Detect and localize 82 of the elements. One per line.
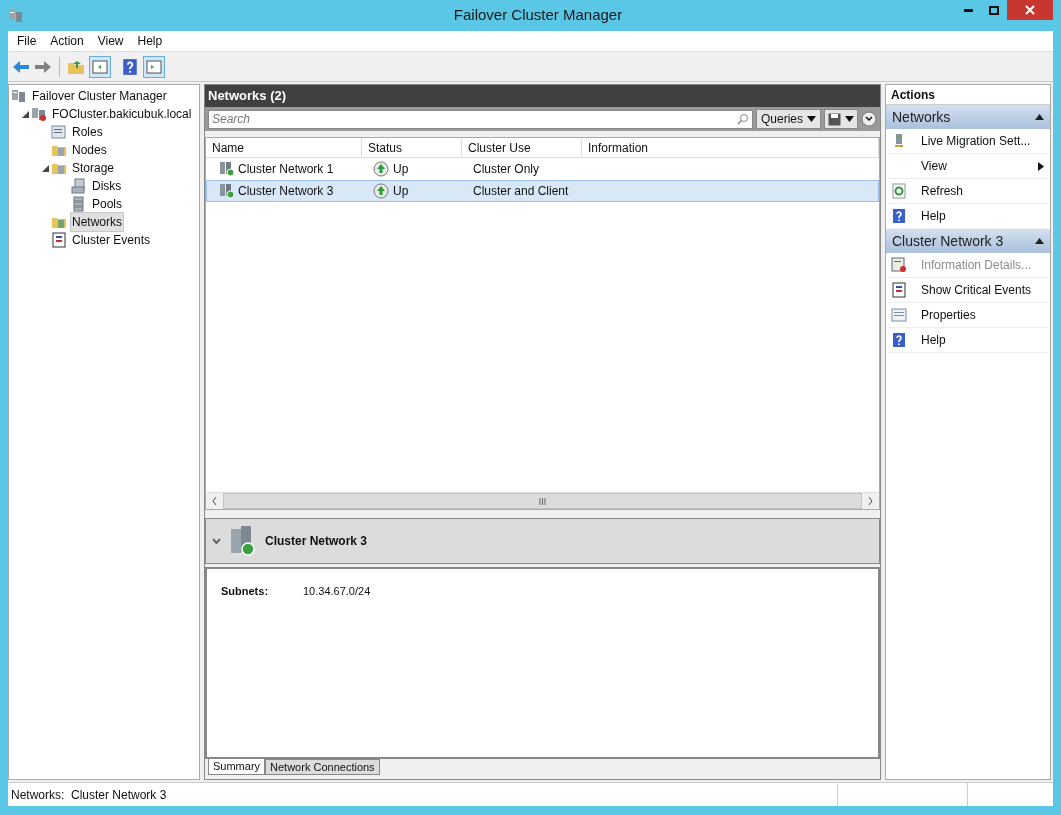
save-icon (828, 112, 841, 126)
search-field[interactable]: Search (208, 109, 753, 129)
back-arrow-icon[interactable] (12, 58, 30, 75)
menu-item[interactable]: File (12, 32, 42, 50)
tree-item[interactable]: FOCluster.bakicubuk.local (50, 104, 194, 124)
roles-icon (51, 124, 67, 140)
menu-item[interactable]: View (92, 32, 129, 50)
scroll-right-icon[interactable] (868, 497, 873, 505)
command-link[interactable]: Show Critical Events (888, 278, 1048, 303)
disk-stack-icon (71, 196, 87, 212)
tree-item[interactable]: Cluster Events (70, 230, 153, 250)
column-header[interactable]: Cluster Use (462, 138, 582, 157)
menu-item[interactable]: Help (132, 32, 168, 50)
expand-circle-icon[interactable] (861, 111, 877, 127)
tree-item[interactable]: Storage (70, 158, 117, 178)
caret-icon (845, 116, 854, 122)
caret-icon (807, 116, 816, 122)
close-button[interactable] (1007, 0, 1053, 20)
tree-item[interactable]: Disks (90, 176, 124, 196)
expander-icon[interactable] (21, 110, 29, 118)
collapse-icon (1035, 114, 1044, 120)
tree-item[interactable]: Roles (70, 122, 105, 142)
tree-item[interactable]: Pools (90, 194, 125, 214)
server-group-icon (11, 88, 27, 104)
horizontal-scrollbar[interactable] (206, 492, 879, 509)
server-group-icon (8, 7, 24, 24)
disk-icon (71, 178, 87, 194)
scroll-left-icon[interactable] (212, 497, 217, 505)
menu-item[interactable]: Action (45, 32, 89, 50)
window-title: Failover Cluster Manager (452, 5, 624, 26)
table-row[interactable]: Cluster Network 3 Up Cluster and Client (206, 180, 879, 202)
folder-up-icon[interactable] (67, 58, 85, 75)
command-link[interactable]: Live Migration Sett... (888, 129, 1048, 154)
command-link[interactable]: View (888, 154, 1048, 179)
help-icon[interactable] (121, 57, 139, 76)
server-icon (229, 525, 257, 557)
command-link[interactable]: Help (888, 328, 1048, 353)
tab[interactable]: Network Connections (265, 759, 380, 775)
forward-arrow-icon[interactable] (34, 58, 52, 75)
properties-icon (891, 307, 907, 323)
field-label: Subnets: (221, 584, 270, 599)
pane-toggle-icon[interactable] (89, 55, 111, 78)
collapse-icon (1035, 238, 1044, 244)
network-icon (219, 183, 235, 199)
column-header[interactable]: Name (206, 138, 362, 157)
table-cell: Cluster and Client (473, 184, 569, 198)
expander-icon[interactable] (41, 164, 49, 172)
event-log-icon (51, 232, 67, 248)
details-icon (891, 257, 907, 273)
event-log-icon (891, 282, 907, 298)
command-link[interactable]: Properties (888, 303, 1048, 328)
server-group-icon (31, 106, 47, 122)
table-row[interactable]: Cluster Network 1 Up Cluster Only (206, 158, 879, 180)
column-header[interactable]: Information (582, 138, 879, 157)
section-header[interactable]: Cluster Network 3 (886, 229, 1050, 253)
table-cell-text: Up (393, 183, 409, 200)
table-cell: Cluster Only (473, 162, 540, 176)
tree-item[interactable]: Networks (70, 212, 124, 232)
table-cell-text: Cluster Network 3 (238, 183, 334, 200)
tab[interactable]: Summary (208, 759, 266, 775)
save-query-button[interactable] (824, 109, 858, 129)
help-icon (891, 332, 907, 348)
close-icon (1025, 5, 1035, 15)
panel-title: Networks (2) (205, 85, 880, 107)
section-header[interactable]: Networks (886, 105, 1050, 129)
field-value: 10.34.67.0/24 (303, 584, 371, 599)
help-icon (891, 208, 907, 224)
action-pane-icon[interactable] (143, 55, 165, 78)
tree-item[interactable]: Nodes (70, 140, 109, 160)
network-icon (219, 161, 235, 177)
grip-icon[interactable] (539, 497, 546, 505)
table-cell-text: Up (393, 161, 409, 178)
table-cell-text: Cluster Network 1 (238, 161, 334, 178)
search-icon (736, 112, 749, 125)
column-header[interactable]: Status (362, 138, 462, 157)
tree-item[interactable]: Failover Cluster Manager (30, 86, 169, 106)
queries-button[interactable]: Queries (755, 109, 821, 129)
status-text: Networks: Cluster Network 3 (8, 783, 838, 806)
refresh-icon (891, 183, 907, 199)
chevron-icon[interactable] (212, 537, 221, 545)
command-link[interactable]: Refresh (888, 179, 1048, 204)
details-title: Cluster Network 3 (265, 533, 368, 550)
